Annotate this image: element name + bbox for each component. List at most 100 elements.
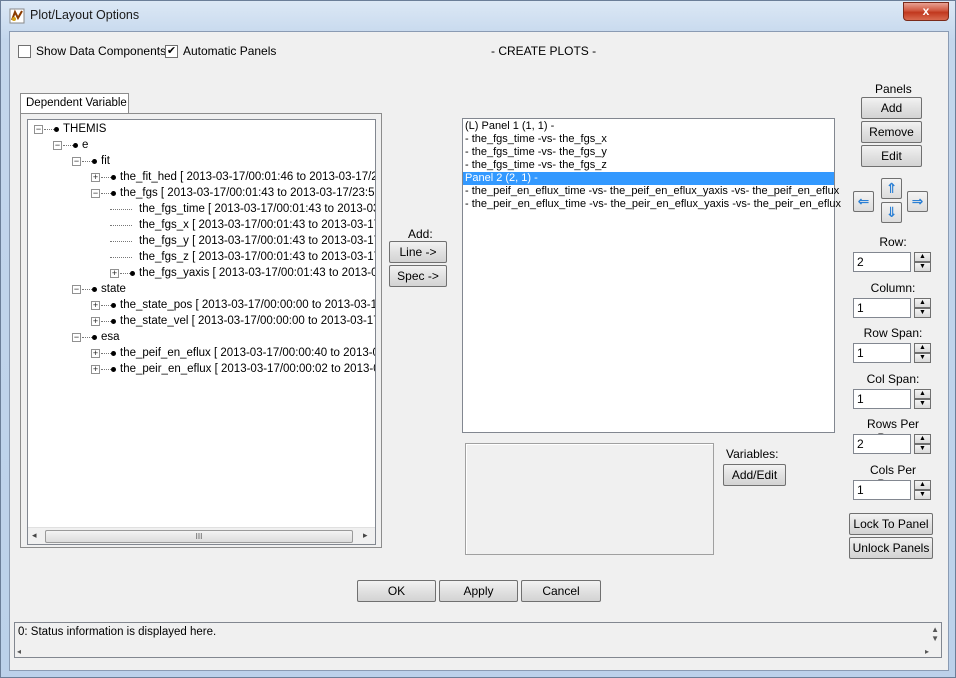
tree-leaf-item[interactable]: the_fgs_time [ 2013-03-17/00:01:43 to 20…: [28, 201, 376, 217]
status-scroll-left-icon[interactable]: ◂: [17, 647, 21, 656]
spin-input[interactable]: 1: [853, 389, 911, 409]
expand-icon[interactable]: +: [91, 173, 100, 182]
spin-up-icon[interactable]: ▲: [914, 389, 931, 399]
scroll-right-icon[interactable]: ▸: [363, 530, 368, 541]
spin-input[interactable]: 1: [853, 298, 911, 318]
move-up-icon[interactable]: ⇑: [881, 178, 902, 199]
spin-input[interactable]: 2: [853, 252, 911, 272]
collapse-icon[interactable]: −: [72, 333, 81, 342]
spin-input[interactable]: 1: [853, 480, 911, 500]
spin-up-icon[interactable]: ▲: [914, 480, 931, 490]
tree-node-item[interactable]: − the_fgs [ 2013-03-17/00:01:43 to 2013-0…: [28, 185, 376, 201]
spin-down-icon[interactable]: ▼: [914, 444, 931, 454]
move-down-icon[interactable]: ⇓: [881, 202, 902, 223]
expand-icon[interactable]: +: [91, 317, 100, 326]
show-data-components-checkbox[interactable]: Show Data Components: [18, 44, 166, 58]
expand-icon[interactable]: +: [91, 301, 100, 310]
spin-down-icon[interactable]: ▼: [914, 262, 931, 272]
panel-list-item[interactable]: - the_fgs_time -vs- the_fgs_z: [463, 159, 834, 172]
node-dot-icon: [111, 351, 116, 356]
checkbox-box-checked[interactable]: ✔: [165, 44, 178, 58]
spin-up-icon[interactable]: ▲: [914, 298, 931, 308]
tree-node-item[interactable]: − e: [28, 137, 373, 153]
panel-list-item[interactable]: Panel 2 (2, 1) -: [463, 172, 834, 185]
spin-down-icon[interactable]: ▼: [914, 308, 931, 318]
field-label: Row:: [879, 235, 907, 249]
panel-list-item[interactable]: - the_fgs_time -vs- the_fgs_x: [463, 133, 834, 146]
tree-node-item[interactable]: + the_peir_en_eflux [ 2013-03-17/00:00:02…: [28, 361, 376, 377]
checkbox-box[interactable]: [18, 44, 31, 58]
add-line-button[interactable]: Line ->: [389, 241, 447, 263]
spin-down-icon[interactable]: ▼: [914, 399, 931, 409]
panel-list-item[interactable]: (L) Panel 1 (1, 1) -: [463, 120, 834, 133]
tree-node-item[interactable]: + the_fit_hed [ 2013-03-17/00:01:46 to 20…: [28, 169, 375, 185]
spinner-buttons[interactable]: ▲ ▼: [914, 480, 931, 500]
panel-list-item[interactable]: - the_peir_en_eflux_time -vs- the_peir_e…: [463, 198, 841, 211]
title-bar[interactable]: Plot/Layout Options x: [1, 1, 955, 31]
tree-node-item[interactable]: + the_peif_en_eflux [ 2013-03-17/00:00:40…: [28, 345, 375, 361]
collapse-icon[interactable]: −: [72, 285, 81, 294]
tree-node-item[interactable]: − THEMIS: [28, 121, 373, 137]
variables-add-edit-button[interactable]: Add/Edit: [723, 464, 786, 486]
panel-remove-button[interactable]: Remove: [861, 121, 922, 143]
scroll-up-icon[interactable]: ▲: [931, 625, 939, 634]
spinner-buttons[interactable]: ▲ ▼: [914, 389, 931, 409]
tree-horizontal-scrollbar[interactable]: ◂ III ▸: [28, 527, 375, 544]
ok-button[interactable]: OK: [357, 580, 436, 602]
status-scroll-right-icon[interactable]: ▸: [925, 647, 929, 656]
collapse-icon[interactable]: −: [34, 125, 43, 134]
panel-add-button[interactable]: Add: [861, 97, 922, 119]
scroll-thumb[interactable]: III: [45, 530, 353, 543]
expand-icon[interactable]: +: [91, 349, 100, 358]
move-right-icon[interactable]: ⇒: [907, 191, 928, 212]
close-button[interactable]: x: [903, 2, 949, 21]
spin-down-icon[interactable]: ▼: [914, 490, 931, 500]
tree-node-item[interactable]: + the_state_pos [ 2013-03-17/00:00:00 to …: [28, 297, 375, 313]
tree-node-item[interactable]: + the_fgs_yaxis [ 2013-03-17/00:01:43 to …: [28, 265, 375, 281]
tree-leaf-item[interactable]: the_fgs_y [ 2013-03-17/00:01:43 to 2013-…: [28, 233, 375, 249]
tree-node-item[interactable]: + the_state_vel [ 2013-03-17/00:00:00 to …: [28, 313, 376, 329]
panel-list-item[interactable]: - the_peif_en_eflux_time -vs- the_peif_e…: [463, 185, 839, 198]
scroll-down-icon[interactable]: ▼: [931, 634, 939, 643]
tree-leaf-item[interactable]: the_fgs_z [ 2013-03-17/00:01:43 to 2013-…: [28, 249, 375, 265]
variable-tree[interactable]: ◂ III ▸ − THEMIS − e − fit + the_fit_hed [ 2013…: [27, 119, 376, 545]
panel-layout-list[interactable]: (L) Panel 1 (1, 1) - - the_fgs_time -vs-…: [462, 118, 841, 433]
tree-leaf-item[interactable]: the_fgs_x [ 2013-03-17/00:01:43 to 2013-…: [28, 217, 375, 233]
spinner-buttons[interactable]: ▲ ▼: [914, 298, 931, 318]
collapse-icon[interactable]: −: [91, 189, 100, 198]
lock-to-panel-button[interactable]: Lock To Panel: [849, 513, 933, 535]
tree-item-label: THEMIS: [63, 123, 107, 135]
tree-node-item[interactable]: − esa: [28, 329, 373, 345]
panel-edit-button[interactable]: Edit: [861, 145, 922, 167]
panel-list-item[interactable]: - the_fgs_time -vs- the_fgs_y: [463, 146, 834, 159]
automatic-panels-checkbox[interactable]: ✔ Automatic Panels: [165, 44, 276, 58]
spin-down-icon[interactable]: ▼: [914, 353, 931, 363]
tab-dependent-variable[interactable]: Dependent Variable: [20, 93, 129, 114]
spinner-buttons[interactable]: ▲ ▼: [914, 434, 931, 454]
cancel-button[interactable]: Cancel: [521, 580, 601, 602]
spin-input[interactable]: 2: [853, 434, 911, 454]
collapse-icon[interactable]: −: [53, 141, 62, 150]
tree-item-label: the_fgs_time [ 2013-03-17/00:01:43 to 20…: [139, 203, 376, 215]
status-vertical-scroll[interactable]: ▲ ▼: [931, 625, 939, 643]
spinner-buttons[interactable]: ▲ ▼: [914, 252, 931, 272]
expand-icon[interactable]: +: [110, 269, 119, 278]
tree-node-item[interactable]: − fit: [28, 153, 373, 169]
scroll-left-icon[interactable]: ◂: [32, 530, 37, 541]
tree-item-label: the_peir_en_eflux [ 2013-03-17/00:00:02 …: [120, 363, 376, 375]
field-label: Column:: [870, 281, 916, 295]
unlock-panels-button[interactable]: Unlock Panels: [849, 537, 933, 559]
move-left-icon[interactable]: ⇐: [853, 191, 874, 212]
expand-icon[interactable]: +: [91, 365, 100, 374]
spin-up-icon[interactable]: ▲: [914, 434, 931, 444]
tree-node-item[interactable]: − state: [28, 281, 373, 297]
spinner-buttons[interactable]: ▲ ▼: [914, 343, 931, 363]
apply-button[interactable]: Apply: [439, 580, 518, 602]
spin-up-icon[interactable]: ▲: [914, 343, 931, 353]
spin-input[interactable]: 1: [853, 343, 911, 363]
spin-up-icon[interactable]: ▲: [914, 252, 931, 262]
tree-item-label: the_state_vel [ 2013-03-17/00:00:00 to 2…: [120, 315, 376, 327]
add-spec-button[interactable]: Spec ->: [389, 265, 447, 287]
collapse-icon[interactable]: −: [72, 157, 81, 166]
tree-item-label: the_fgs [ 2013-03-17/00:01:43 to 2013-03…: [120, 187, 376, 199]
